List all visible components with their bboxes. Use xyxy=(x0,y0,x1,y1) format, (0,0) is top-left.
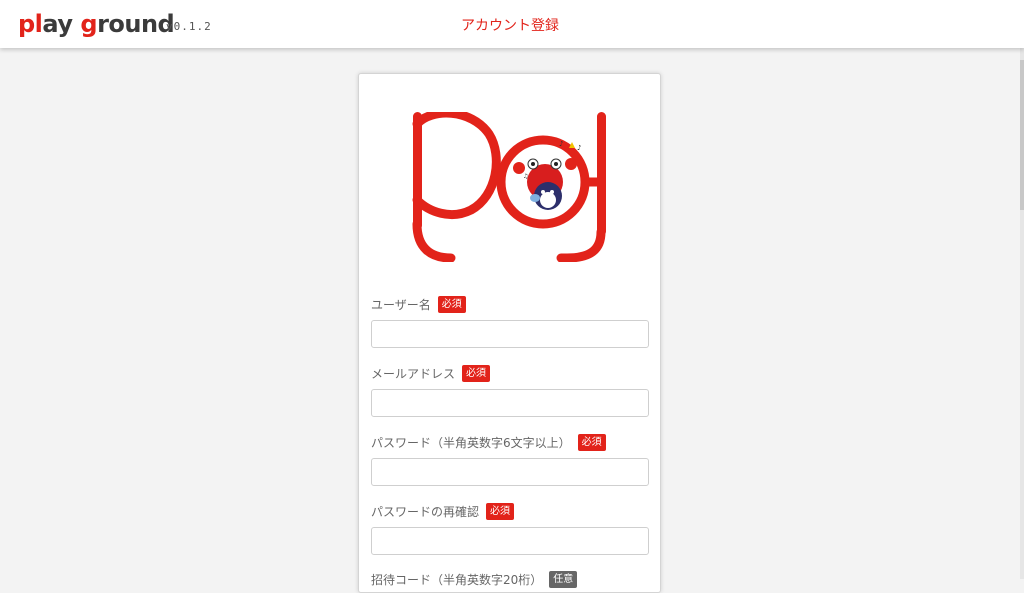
required-badge: 必須 xyxy=(486,503,515,520)
invite-code-label-text: 招待コード（半角英数字20桁） xyxy=(371,573,543,587)
playground-logo-image: ♪ ♪ ♫ xyxy=(411,108,613,263)
optional-badge: 任意 xyxy=(549,571,578,588)
username-input[interactable] xyxy=(371,320,649,348)
password-confirm-input[interactable] xyxy=(371,527,649,555)
invite-code-label: 招待コード（半角英数字20桁） 任意 xyxy=(371,571,578,588)
svg-text:♪: ♪ xyxy=(577,144,581,152)
svg-text:♫: ♫ xyxy=(523,173,528,180)
username-label-text: ユーザー名 xyxy=(371,298,431,312)
email-input[interactable] xyxy=(371,389,649,417)
password-label: パスワード（半角英数字6文字以上） 必須 xyxy=(371,434,606,451)
required-badge: 必須 xyxy=(577,434,606,451)
password-confirm-label: パスワードの再確認 必須 xyxy=(371,503,515,520)
top-header: play ground v0.1.2 アカウント登録 xyxy=(0,0,1024,48)
signup-card: ♪ ♪ ♫ ユーザー名 必須 メールアドレス 必須 パスワード（半角英数字6文字… xyxy=(358,73,661,593)
required-badge: 必須 xyxy=(462,365,491,382)
password-input[interactable] xyxy=(371,458,649,486)
svg-text:♪: ♪ xyxy=(559,140,563,148)
password-label-text: パスワード（半角英数字6文字以上） xyxy=(371,436,571,450)
email-label: メールアドレス 必須 xyxy=(371,365,491,382)
email-label-text: メールアドレス xyxy=(371,367,456,381)
scrollbar-thumb[interactable] xyxy=(1020,60,1024,210)
username-label: ユーザー名 必須 xyxy=(371,296,466,313)
required-badge: 必須 xyxy=(437,296,466,313)
page-title: アカウント登録 xyxy=(461,18,559,34)
password-confirm-label-text: パスワードの再確認 xyxy=(371,505,480,519)
